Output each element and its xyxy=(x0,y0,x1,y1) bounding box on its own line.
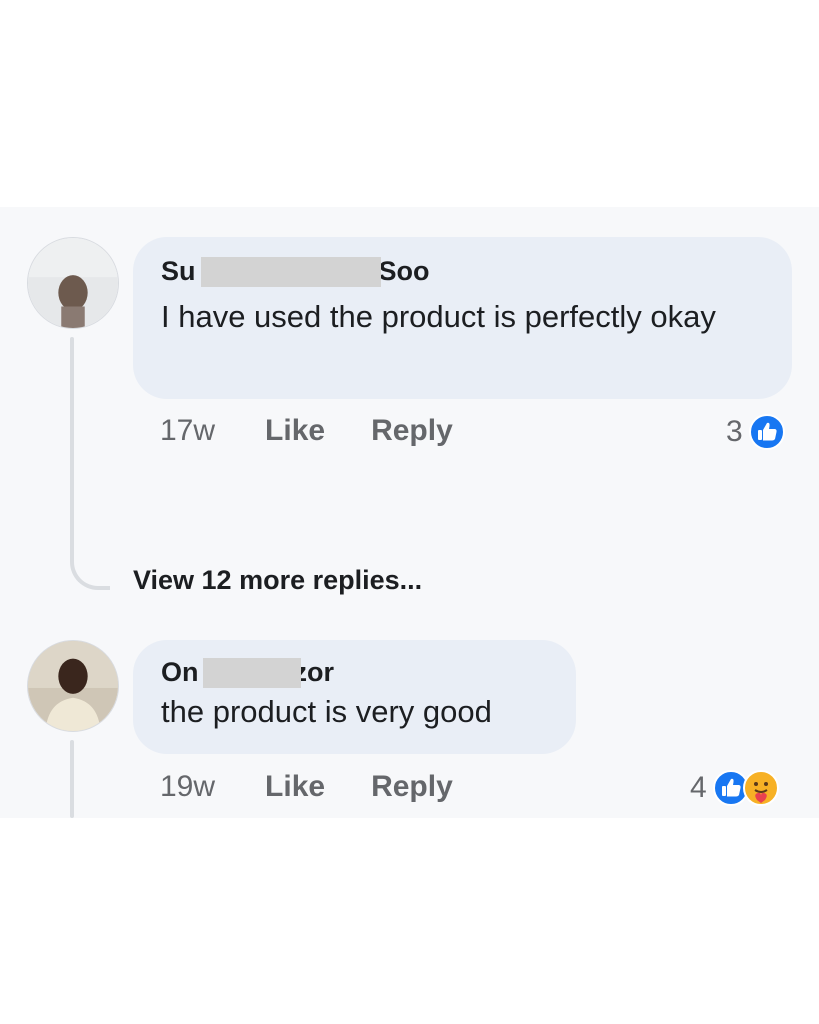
comment-2-actions: 19w Like Reply xyxy=(160,770,499,804)
comment-2-author[interactable]: On zor xyxy=(161,656,334,688)
reply-thread-line-2 xyxy=(70,740,74,818)
comment-1-actions: 17w Like Reply xyxy=(160,414,499,448)
comment-1-like-button[interactable]: Like xyxy=(265,414,325,448)
comment-2-like-button[interactable]: Like xyxy=(265,770,325,804)
comment-2-author-start: On xyxy=(161,657,199,687)
comment-1-timestamp[interactable]: 17w xyxy=(160,414,215,448)
comment-1-reply-button[interactable]: Reply xyxy=(371,414,453,448)
comment-1-reactions[interactable]: 3 xyxy=(726,414,785,450)
comment-2-reaction-count: 4 xyxy=(690,771,707,804)
redaction-box-2 xyxy=(203,658,301,688)
comment-2-bubble: On zor the product is very good xyxy=(133,640,576,754)
reply-thread-line xyxy=(70,337,74,552)
comment-1-author-end: Soo xyxy=(378,256,430,286)
comment-1-reaction-count: 3 xyxy=(726,415,743,448)
care-icon xyxy=(742,770,779,806)
comment-1-author-start: Su xyxy=(161,256,196,286)
comment-1-text: I have used the product is perfectly oka… xyxy=(161,299,716,334)
view-more-replies-link[interactable]: View 12 more replies... xyxy=(133,565,422,596)
redaction-box xyxy=(201,257,381,287)
like-icon xyxy=(748,414,785,450)
commenter-1-avatar[interactable] xyxy=(27,237,119,329)
comment-2-text: the product is very good xyxy=(161,694,492,729)
commenter-2-avatar[interactable] xyxy=(27,640,119,732)
comment-2-timestamp[interactable]: 19w xyxy=(160,770,215,804)
comment-2-reactions[interactable]: 4 xyxy=(690,770,779,806)
comment-1-author[interactable]: Su Soo xyxy=(161,255,430,287)
comment-1-bubble: Su Soo I have used the product is perfect… xyxy=(133,237,792,399)
comment-2-reply-button[interactable]: Reply xyxy=(371,770,453,804)
